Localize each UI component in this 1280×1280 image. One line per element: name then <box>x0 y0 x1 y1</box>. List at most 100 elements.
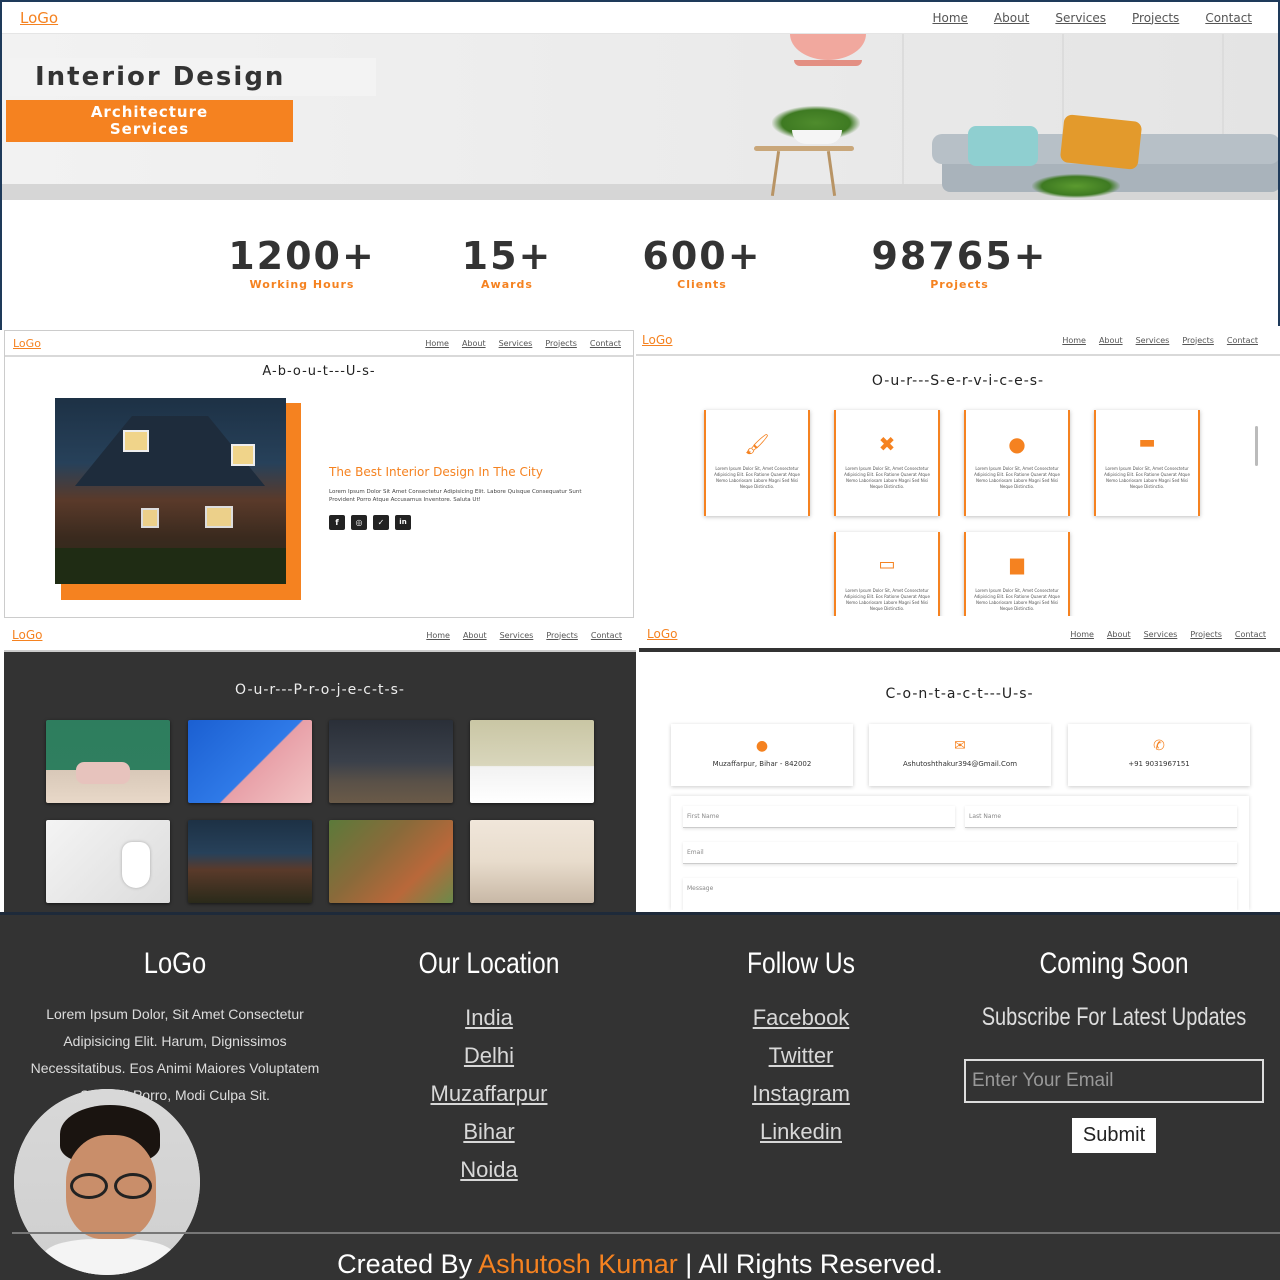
nav-contact[interactable]: Contact <box>1235 630 1266 639</box>
location-muzaffarpur[interactable]: Muzaffarpur <box>389 1075 589 1113</box>
nav-home[interactable]: Home <box>426 631 450 640</box>
nav-contact[interactable]: Contact <box>590 339 621 348</box>
service-card[interactable]: ✖ Lorem Ipsum Dolor Sit, Amet Consectetu… <box>834 410 940 516</box>
contact-title: C-o-n-t-a-c-t---U-s- <box>885 686 1034 702</box>
facebook-icon[interactable]: f <box>329 515 345 530</box>
nav-about[interactable]: About <box>462 339 486 348</box>
nav-services[interactable]: Services <box>1055 11 1106 25</box>
bath-icon: ▆ <box>1010 554 1024 575</box>
project-kitchen[interactable] <box>329 720 453 803</box>
nav-services[interactable]: Services <box>1136 336 1170 345</box>
hero-subtitle-box: Architecture Services <box>6 100 293 142</box>
about-house-image <box>55 398 286 584</box>
nav-home[interactable]: Home <box>1070 630 1094 639</box>
nav-about[interactable]: About <box>463 631 487 640</box>
service-card[interactable]: ▆ Lorem Ipsum Dolor Sit, Amet Consectetu… <box>964 532 1070 616</box>
project-plants[interactable] <box>329 820 453 903</box>
nav-contact[interactable]: Contact <box>591 631 622 640</box>
scrollbar[interactable] <box>1255 426 1258 466</box>
project-bathroom[interactable] <box>470 720 594 803</box>
nav-services[interactable]: Services <box>500 631 534 640</box>
pendant-lamp-base <box>794 60 862 66</box>
nav-contact[interactable]: Contact <box>1227 336 1258 345</box>
credit-suffix: | All Rights Reserved. <box>685 1249 943 1279</box>
hero-subtitle-line1: Architecture <box>90 103 209 121</box>
footer: LoGo Lorem Ipsum Dolor, Sit Amet Consect… <box>0 912 1280 1280</box>
stat-working-hours: 1200+ Working Hours <box>212 234 392 291</box>
stat-clients: 600+ Clients <box>612 234 792 291</box>
nav-about[interactable]: About <box>994 11 1029 25</box>
stat-label: Clients <box>677 278 727 291</box>
logo[interactable]: LoGo <box>20 9 58 27</box>
location-links: India Delhi Muzaffarpur Bihar Noida <box>389 999 589 1189</box>
location-noida[interactable]: Noida <box>389 1151 589 1189</box>
nav-projects[interactable]: Projects <box>1182 336 1214 345</box>
service-card[interactable]: ● Lorem Ipsum Dolor Sit, Amet Consectetu… <box>964 410 1070 516</box>
nav-services[interactable]: Services <box>1144 630 1178 639</box>
nav-about[interactable]: About <box>1107 630 1131 639</box>
nav-projects[interactable]: Projects <box>546 631 578 640</box>
social-icons: f ◎ ✓ in <box>329 515 411 530</box>
about-panel: LoGo Home About Services Projects Contac… <box>4 330 634 618</box>
logo[interactable]: LoGo <box>642 333 672 347</box>
project-pool[interactable] <box>188 720 312 803</box>
location-delhi[interactable]: Delhi <box>389 1037 589 1075</box>
paint-brush-icon: 🖌 <box>744 432 770 456</box>
credit-prefix: Created By <box>337 1249 473 1279</box>
logo[interactable]: LoGo <box>647 627 677 641</box>
nav-contact[interactable]: Contact <box>1205 11 1252 25</box>
service-card[interactable]: 🖌 Lorem Ipsum Dolor Sit, Amet Consectetu… <box>704 410 810 516</box>
stat-value: 600+ <box>642 234 762 278</box>
follow-instagram[interactable]: Instagram <box>701 1075 901 1113</box>
project-lounge[interactable] <box>470 820 594 903</box>
linkedin-icon[interactable]: in <box>395 515 411 530</box>
last-name-field[interactable]: Last Name <box>965 806 1237 828</box>
stat-value: 15+ <box>461 234 553 278</box>
follow-facebook[interactable]: Facebook <box>701 999 901 1037</box>
nav-projects[interactable]: Projects <box>1190 630 1222 639</box>
contact-nav: LoGo Home About Services Projects Contac… <box>639 620 1280 650</box>
logo[interactable]: LoGo <box>13 337 41 350</box>
house-window <box>231 444 255 466</box>
location-bihar[interactable]: Bihar <box>389 1113 589 1151</box>
sofa-icon: ▬ <box>1138 432 1156 453</box>
follow-linkedin[interactable]: Linkedin <box>701 1113 901 1151</box>
service-text: Lorem Ipsum Dolor Sit, Amet Consectetur … <box>844 466 930 489</box>
nav-projects[interactable]: Projects <box>1132 11 1179 25</box>
coming-soon-title: Coming Soon <box>1039 947 1189 980</box>
subscribe-email-input[interactable]: Enter Your Email <box>964 1059 1264 1103</box>
nav-home[interactable]: Home <box>932 11 967 25</box>
services-panel: LoGo Home About Services Projects Contac… <box>636 326 1280 616</box>
service-card[interactable]: ▬ Lorem Ipsum Dolor Sit, Amet Consectetu… <box>1094 410 1200 516</box>
projects-title: O-u-r---P-r-o-j-e-c-t-s- <box>235 682 405 698</box>
project-house[interactable] <box>188 820 312 903</box>
first-name-field[interactable]: First Name <box>683 806 955 828</box>
submit-button[interactable]: Submit <box>1072 1118 1156 1153</box>
contact-panel: LoGo Home About Services Projects Contac… <box>639 620 1280 910</box>
nav-home[interactable]: Home <box>425 339 449 348</box>
project-toilet[interactable] <box>46 820 170 903</box>
instagram-icon[interactable]: ◎ <box>351 515 367 530</box>
avatar-glasses <box>114 1173 152 1199</box>
house-window <box>141 508 159 528</box>
nav-services[interactable]: Services <box>499 339 533 348</box>
project-living-room[interactable] <box>46 720 170 803</box>
nav-projects[interactable]: Projects <box>545 339 577 348</box>
twitter-icon[interactable]: ✓ <box>373 515 389 530</box>
logo[interactable]: LoGo <box>12 628 42 642</box>
phone-card: ✆ +91 9031967151 <box>1068 724 1250 786</box>
follow-title: Follow Us <box>746 947 855 980</box>
service-card[interactable]: ▭ Lorem Ipsum Dolor Sit, Amet Consectetu… <box>834 532 940 616</box>
footer-credit: Created By Ashutosh Kumar | All Rights R… <box>200 1249 1080 1280</box>
message-field[interactable]: Message <box>683 878 1237 910</box>
side-table <box>754 146 854 151</box>
nav-about[interactable]: About <box>1099 336 1123 345</box>
cushion-orange <box>1059 114 1143 170</box>
location-india[interactable]: India <box>389 999 589 1037</box>
service-text: Lorem Ipsum Dolor Sit, Amet Consectetur … <box>714 466 800 489</box>
follow-twitter[interactable]: Twitter <box>701 1037 901 1075</box>
footer-logo: LoGo <box>143 947 207 980</box>
nav-home[interactable]: Home <box>1062 336 1086 345</box>
email-text: Ashutoshthakur394@Gmail.Com <box>902 760 1018 768</box>
email-field[interactable]: Email <box>683 842 1237 864</box>
